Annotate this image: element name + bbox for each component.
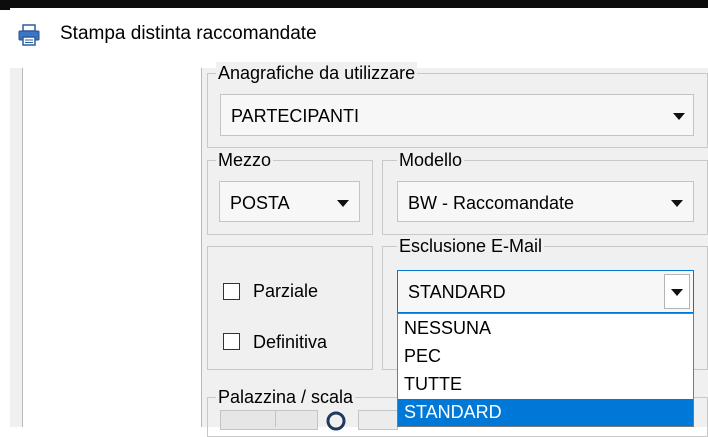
palazzina-field[interactable] (220, 410, 318, 430)
dropdown-option-standard[interactable]: STANDARD (398, 399, 693, 426)
modello-select[interactable]: BW - Raccomandate (397, 181, 694, 222)
left-panel (22, 68, 202, 427)
printer-icon (18, 24, 40, 46)
search-icon[interactable] (324, 410, 348, 432)
dropdown-option-pec[interactable]: PEC (398, 343, 693, 370)
anagrafiche-select[interactable]: PARTECIPANTI (220, 94, 694, 136)
parziale-label: Parziale (253, 281, 319, 301)
mezzo-legend: Mezzo (216, 149, 274, 171)
definitiva-checkbox[interactable] (223, 333, 240, 350)
field-divider (275, 410, 276, 427)
mezzo-select[interactable]: POSTA (219, 181, 360, 222)
window-title: Stampa distinta raccomandate (60, 23, 317, 44)
palazzina-legend: Palazzina / scala (216, 386, 356, 408)
dropdown-option-tutte[interactable]: TUTTE (398, 371, 693, 398)
esclusione-legend: Esclusione E-Mail (397, 235, 545, 257)
esclusione-select[interactable]: STANDARD (397, 270, 694, 313)
parziale-checkbox[interactable] (223, 283, 240, 300)
definitiva-label: Definitiva (253, 332, 328, 352)
chevron-down-icon[interactable] (337, 200, 349, 207)
modello-legend: Modello (397, 149, 465, 171)
modello-value: BW - Raccomandate (408, 193, 575, 213)
chevron-down-icon[interactable] (671, 200, 683, 207)
chevron-down-icon[interactable] (671, 289, 683, 296)
palazzina-field-2[interactable] (358, 410, 398, 430)
dropdown-option-nessuna[interactable]: NESSUNA (398, 315, 693, 342)
mezzo-value: POSTA (230, 193, 290, 213)
chevron-down-icon[interactable] (673, 113, 685, 120)
anagrafiche-value: PARTECIPANTI (231, 106, 360, 126)
dropdown-button[interactable] (664, 274, 690, 309)
esclusione-dropdown-list[interactable]: NESSUNA PEC TUTTE STANDARD (397, 313, 694, 427)
anagrafiche-legend: Anagrafiche da utilizzare (216, 62, 418, 84)
esclusione-value: STANDARD (408, 282, 506, 302)
